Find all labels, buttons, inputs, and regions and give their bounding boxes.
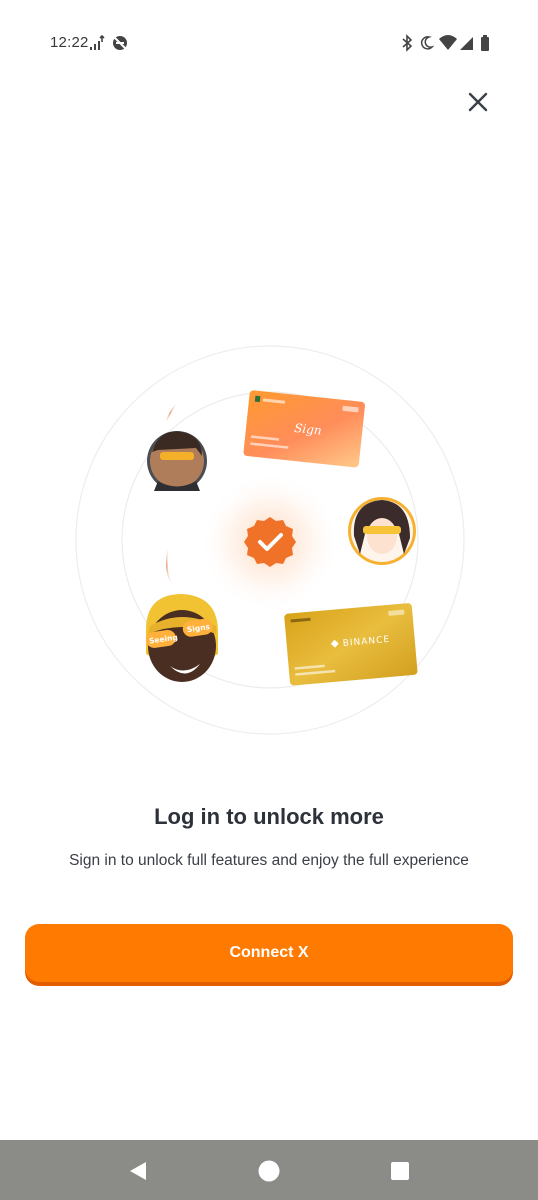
recents-icon: [391, 1162, 409, 1180]
bluetooth-icon: [402, 34, 413, 52]
status-time: 12:22: [50, 34, 89, 51]
avatar-male: [147, 431, 207, 491]
back-icon: [130, 1162, 146, 1180]
battery-icon: [481, 35, 489, 51]
recents-button[interactable]: [383, 1154, 417, 1188]
moon-icon: [420, 36, 434, 50]
wifi-icon: [439, 35, 457, 50]
sign-card-title: Sign: [294, 421, 323, 438]
binance-card: BINANCE: [284, 603, 418, 686]
cell-signal-icon: [460, 37, 473, 50]
sign-card: Sign: [243, 390, 365, 468]
page-subtitle: Sign in to unlock full features and enjo…: [69, 852, 469, 869]
status-bar: 12:22: [0, 0, 538, 86]
page-title: Log in to unlock more: [154, 804, 384, 829]
signal-activity-icon: [90, 34, 105, 50]
close-button[interactable]: [462, 86, 494, 118]
hero-illustration: Sign BINANCE Seeing Signs: [75, 345, 465, 735]
home-icon: [258, 1160, 280, 1182]
do-not-disturb-off-icon: [113, 36, 127, 50]
avatar-female: [348, 497, 416, 565]
back-button[interactable]: [120, 1154, 154, 1188]
avatar-memoji: Seeing Signs: [145, 594, 218, 682]
close-icon: [468, 92, 488, 112]
system-nav-bar: [0, 1140, 538, 1200]
connect-x-button[interactable]: Connect X: [25, 924, 513, 982]
home-button[interactable]: [252, 1154, 286, 1188]
